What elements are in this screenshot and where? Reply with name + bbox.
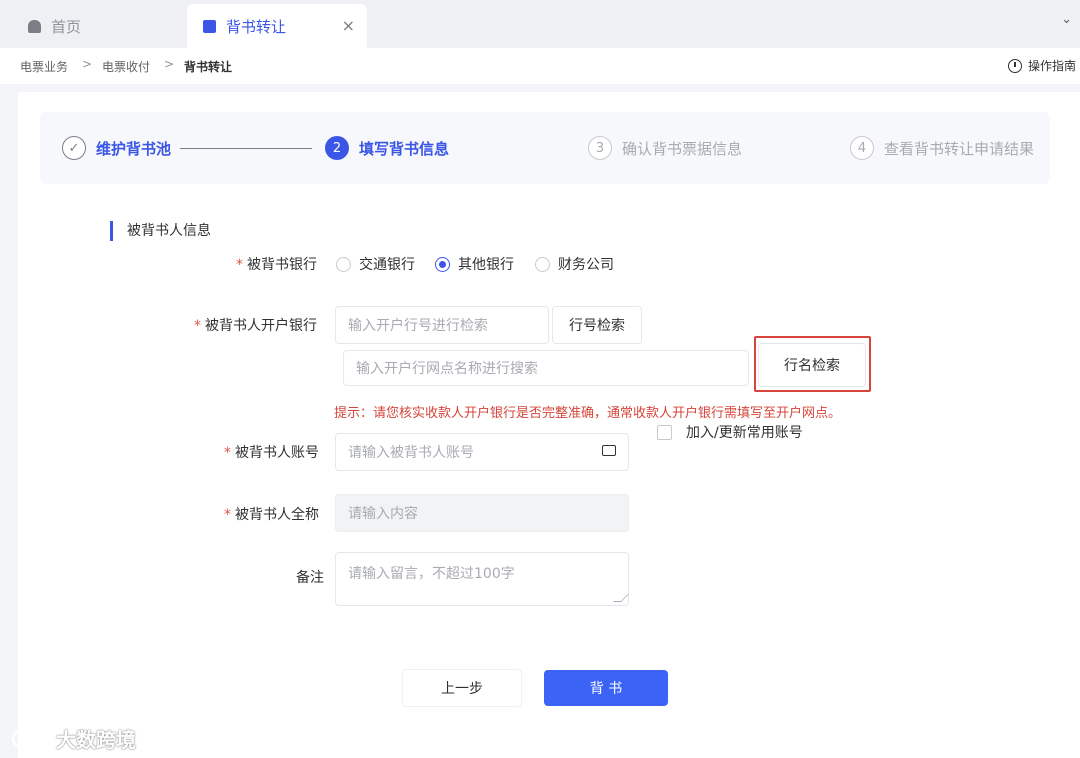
remark-label: 备注 bbox=[296, 570, 324, 586]
open-bank-label-text: 被背书人开户银行 bbox=[205, 318, 317, 334]
remark-textarea[interactable]: 请输入留言，不超过100字 bbox=[335, 552, 629, 606]
close-icon[interactable]: × bbox=[342, 16, 355, 35]
save-account-label: 加入/更新常用账号 bbox=[686, 425, 803, 441]
bank-code-search-button[interactable]: 行号检索 bbox=[552, 306, 642, 344]
radio-dot-selected[interactable] bbox=[435, 256, 450, 272]
radio-label: 交通银行 bbox=[359, 257, 415, 273]
radio-other-bank[interactable]: 其他银行 bbox=[435, 254, 514, 274]
breadcrumb-separator: > bbox=[82, 57, 93, 71]
tab-active-label: 背书转让 bbox=[226, 17, 287, 36]
tab-home[interactable]: 首页 bbox=[22, 4, 182, 48]
step-2-number: 2 bbox=[325, 136, 349, 160]
bank-code-input[interactable]: 输入开户行号进行检索 bbox=[335, 306, 549, 344]
document-icon bbox=[203, 19, 216, 33]
step-2-label: 填写背书信息 bbox=[359, 139, 450, 158]
full-name-label-text: 被背书人全称 bbox=[235, 507, 319, 523]
step-3-label: 确认背书票据信息 bbox=[622, 139, 743, 158]
step-1: ✓ 维护背书池 bbox=[62, 136, 171, 160]
breadcrumb-item-e-bill-payment[interactable]: 电票收付 bbox=[102, 58, 150, 75]
step-4: 4 查看背书转让申请结果 bbox=[850, 136, 1034, 160]
step-1-label: 维护背书池 bbox=[96, 139, 172, 158]
breadcrumb-item-current: 背书转让 bbox=[184, 60, 233, 74]
required-mark: * bbox=[194, 318, 201, 334]
full-name-label: * 被背书人全称 bbox=[224, 504, 319, 524]
breadcrumb-separator: > bbox=[164, 57, 175, 71]
bank-hint-text: 提示：请您核实收款人开户银行是否完整准确，通常收款人开户银行需填写至开户网点。 bbox=[334, 406, 842, 421]
account-label: * 被背书人账号 bbox=[224, 442, 319, 462]
radio-dot[interactable] bbox=[535, 256, 550, 272]
remark-placeholder: 请输入留言，不超过100字 bbox=[348, 566, 515, 582]
section-title: 被背书人信息 bbox=[110, 221, 211, 241]
watermark-logo-icon bbox=[11, 729, 48, 747]
chevron-down-icon[interactable]: ⌄ bbox=[1061, 12, 1072, 27]
watermark: 大数跨境 bbox=[10, 724, 136, 753]
check-icon: ✓ bbox=[62, 136, 86, 160]
account-label-text: 被背书人账号 bbox=[235, 445, 319, 461]
timer-icon bbox=[1007, 58, 1022, 73]
bank-type-label-text: 被背书银行 bbox=[247, 257, 317, 273]
step-connector bbox=[180, 148, 312, 149]
operation-guide-label: 操作指南 bbox=[1027, 59, 1076, 73]
tab-endorsement-transfer[interactable]: 背书转让 × bbox=[187, 4, 367, 48]
bank-type-label: * 被背书银行 bbox=[236, 254, 317, 274]
tab-home-label: 首页 bbox=[51, 17, 82, 36]
open-bank-label: * 被背书人开户银行 bbox=[194, 315, 317, 335]
bank-branch-name-input[interactable]: 输入开户行网点名称进行搜索 bbox=[343, 350, 749, 386]
radio-finance-company[interactable]: 财务公司 bbox=[535, 254, 614, 274]
breadcrumb: 电票业务 > 电票收付 > 背书转让 操作指南 bbox=[0, 48, 1080, 84]
step-4-number: 4 bbox=[850, 136, 874, 160]
checkbox-box[interactable] bbox=[657, 424, 672, 440]
step-indicator: ✓ 维护背书池 2 填写背书信息 3 确认背书票据信息 4 查看背书转让申请结果 bbox=[40, 112, 1050, 184]
radio-label: 财务公司 bbox=[558, 257, 614, 273]
account-input[interactable]: 请输入被背书人账号 bbox=[335, 433, 629, 471]
required-mark: * bbox=[236, 257, 243, 273]
operation-guide-link[interactable]: 操作指南 bbox=[1007, 57, 1076, 74]
home-icon bbox=[28, 19, 41, 33]
previous-step-button[interactable]: 上一步 bbox=[402, 669, 522, 707]
save-account-checkbox[interactable]: 加入/更新常用账号 bbox=[657, 422, 803, 442]
step-4-label: 查看背书转让申请结果 bbox=[884, 139, 1035, 158]
step-2: 2 填写背书信息 bbox=[325, 136, 449, 160]
radio-label: 其他银行 bbox=[458, 257, 514, 273]
watermark-text: 大数跨境 bbox=[56, 728, 136, 752]
radio-bank-of-communications[interactable]: 交通银行 bbox=[336, 254, 415, 274]
highlight-annotation-box bbox=[754, 336, 871, 392]
step-3: 3 确认背书票据信息 bbox=[588, 136, 742, 160]
required-mark: * bbox=[224, 507, 231, 523]
endorse-button[interactable]: 背 书 bbox=[544, 670, 668, 706]
resize-handle-icon[interactable] bbox=[613, 594, 629, 602]
radio-dot[interactable] bbox=[336, 256, 351, 272]
full-name-input: 请输入内容 bbox=[335, 494, 629, 532]
required-mark: * bbox=[224, 445, 231, 461]
tab-bar: 首页 背书转让 × ⌄ bbox=[0, 0, 1080, 48]
step-3-number: 3 bbox=[588, 136, 612, 160]
main-card bbox=[18, 92, 1080, 758]
keyboard-icon[interactable] bbox=[602, 445, 616, 456]
breadcrumb-item-e-bill-business[interactable]: 电票业务 bbox=[20, 58, 68, 75]
